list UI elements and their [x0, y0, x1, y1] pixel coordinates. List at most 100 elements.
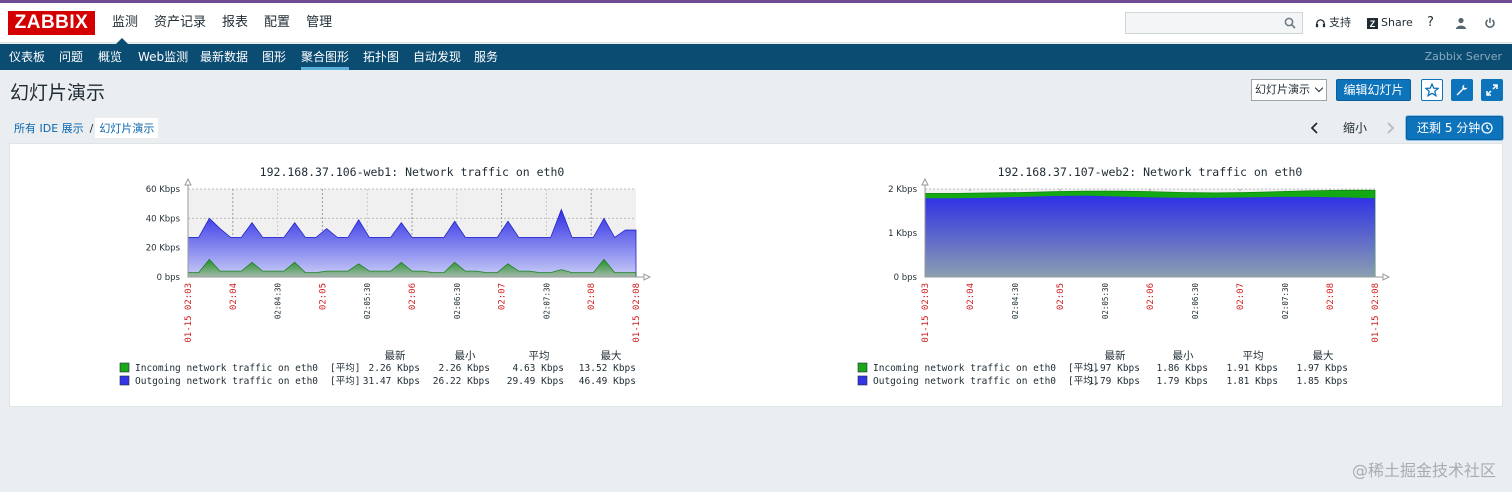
subnav-maps[interactable]: 拓扑图 [363, 44, 399, 70]
legend-stat-value: 1.79 Kbps [1157, 376, 1208, 387]
subnav-problems[interactable]: 问题 [59, 44, 83, 70]
share-link[interactable]: Z Share [1367, 3, 1413, 43]
search-icon[interactable] [1284, 17, 1296, 29]
x-tick-label: 01-15 02:08 [1371, 283, 1381, 343]
header: ZABBIX 监测 资产记录 报表 配置 管理 支持 Z Share ? [0, 3, 1512, 44]
subnav-graphs[interactable]: 图形 [262, 44, 286, 70]
legend-series-name: Outgoing network traffic on eth0 [135, 376, 318, 387]
legend-stat-value: 29.49 Kbps [507, 376, 564, 387]
x-tick-label: 02:06 [1146, 283, 1156, 310]
slideshow-timer-button[interactable]: 还剩 5 分钟 [1406, 116, 1503, 140]
search-box [1125, 12, 1303, 34]
zabbix-logo[interactable]: ZABBIX [8, 11, 95, 35]
share-logo-icon: Z [1367, 17, 1378, 29]
legend-stat-value: 2.26 Kbps [439, 363, 490, 374]
x-tick-label: 02:05 [318, 283, 328, 310]
legend-header: 平均 [1243, 350, 1264, 362]
subnav-discovery[interactable]: 自动发现 [413, 44, 461, 70]
subnav-services[interactable]: 服务 [474, 44, 498, 70]
chart-1: 192.168.37.106-web1: Network traffic on … [119, 165, 652, 387]
slideshow-select-value: 幻灯片演示 [1255, 83, 1310, 96]
x-tick-label: 02:07:30 [1281, 283, 1290, 320]
edit-slideshow-button[interactable]: 编辑幻灯片 [1336, 79, 1411, 101]
settings-button[interactable] [1451, 79, 1473, 101]
legend-header: 最大 [601, 349, 622, 362]
legend-stat-value: 1.91 Kbps [1227, 363, 1278, 374]
legend-swatch [119, 375, 130, 386]
y-tick-label: 0 bps [894, 273, 918, 283]
graphs-canvas: 192.168.37.106-web1: Network traffic on … [119, 165, 1391, 387]
x-tick-label: 02:05 [1056, 283, 1066, 310]
y-tick-label: 20 Kbps [146, 244, 181, 254]
x-tick-label: 02:04:30 [1011, 283, 1020, 320]
legend-stat-value: 1.97 Kbps [1089, 363, 1140, 374]
x-tick-label: 01-15 02:03 [921, 283, 931, 343]
legend-swatch [857, 375, 868, 386]
fullscreen-icon [1486, 84, 1498, 96]
chevron-right-icon [1387, 122, 1395, 134]
main-menu: 监测 资产记录 报表 配置 管理 [104, 3, 340, 44]
chevron-left-icon [1310, 122, 1318, 134]
y-tick-label: 0 bps [157, 273, 181, 283]
menu-monitoring[interactable]: 监测 [104, 3, 146, 44]
power-icon [1485, 17, 1495, 28]
support-link[interactable]: 支持 [1315, 3, 1351, 43]
legend-stat-value: 1.79 Kbps [1089, 376, 1140, 387]
slideshow-panel: 192.168.37.106-web1: Network traffic on … [9, 143, 1503, 407]
subnav-overview[interactable]: 概览 [98, 44, 122, 70]
legend-header: 最新 [1105, 349, 1127, 362]
y-tick-label: 1 Kbps [888, 229, 917, 239]
x-tick-label: 02:08 [1326, 283, 1336, 310]
legend-stat-value: 1.86 Kbps [1157, 363, 1208, 374]
slideshow-select[interactable]: 幻灯片演示 [1251, 79, 1327, 101]
legend-swatch [857, 362, 868, 373]
legend-stat-value: 2.26 Kbps [369, 363, 420, 374]
x-tick-label: 01-15 02:03 [184, 283, 194, 343]
search-input[interactable] [1126, 13, 1276, 33]
x-tick-label: 01-15 02:08 [632, 283, 642, 343]
previous-slide-button[interactable] [1309, 117, 1321, 139]
wrench-icon [1456, 84, 1468, 96]
help-icon[interactable]: ? [1427, 3, 1434, 43]
x-tick-label: 02:04 [229, 283, 239, 310]
headset-icon [1315, 18, 1326, 27]
favorite-button[interactable] [1421, 79, 1443, 101]
subnav-screens[interactable]: 聚合图形 [301, 44, 350, 70]
share-label: Share [1381, 16, 1413, 29]
menu-reports[interactable]: 报表 [214, 3, 256, 43]
legend-header: 平均 [529, 350, 550, 362]
breadcrumb-current[interactable]: 幻灯片演示 [95, 118, 159, 138]
breadcrumb-all-screens[interactable]: 所有 IDE 展示 [10, 118, 88, 138]
menu-administration[interactable]: 管理 [298, 3, 340, 43]
star-icon [1425, 83, 1439, 97]
legend-swatch [119, 362, 130, 373]
y-axis-arrow [921, 177, 929, 186]
breadcrumb-separator: / [89, 121, 94, 135]
legend-stat-value: 1.85 Kbps [1297, 376, 1348, 387]
subnav-web[interactable]: Web监测 [138, 44, 188, 70]
y-tick-label: 40 Kbps [146, 214, 181, 224]
zoom-out-button[interactable]: 缩小 [1343, 117, 1367, 139]
legend-stat-value: 4.63 Kbps [513, 363, 564, 374]
clock-icon [1481, 122, 1493, 134]
fullscreen-button[interactable] [1481, 79, 1503, 101]
x-axis-arrow [643, 273, 652, 281]
menu-configuration[interactable]: 配置 [256, 3, 298, 43]
x-tick-label: 02:04 [966, 283, 976, 310]
legend-stat-value: 1.97 Kbps [1297, 363, 1348, 374]
menu-inventory[interactable]: 资产记录 [146, 3, 214, 43]
next-slide-button[interactable] [1384, 117, 1396, 139]
subnav-dashboard[interactable]: 仪表板 [9, 44, 45, 70]
legend-stat-value: 26.22 Kbps [433, 376, 490, 387]
x-tick-label: 02:05:30 [1101, 283, 1110, 320]
legend-stat-value: 46.49 Kbps [579, 376, 636, 387]
legend-aggregation: [平均] [330, 375, 360, 387]
x-tick-label: 02:07 [498, 283, 508, 310]
user-profile-link[interactable] [1455, 3, 1467, 43]
support-label: 支持 [1329, 16, 1351, 29]
svg-text:Z: Z [1370, 19, 1376, 29]
legend-stat-value: 31.47 Kbps [363, 376, 420, 387]
legend-series-name: Incoming network traffic on eth0 [873, 363, 1056, 374]
subnav-latest-data[interactable]: 最新数据 [200, 44, 248, 70]
logout-link[interactable] [1484, 3, 1496, 43]
